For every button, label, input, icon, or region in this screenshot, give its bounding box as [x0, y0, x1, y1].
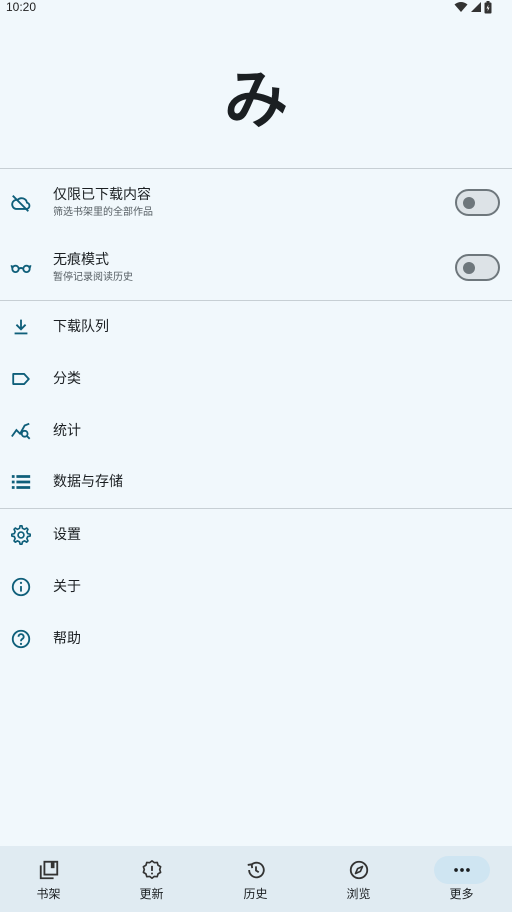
nav-item-browse[interactable]: 浏览	[307, 846, 410, 912]
help-icon	[10, 628, 32, 650]
signal-icon	[470, 1, 482, 13]
gear-icon	[10, 524, 32, 546]
divider	[0, 300, 512, 301]
cloud-off-icon	[10, 192, 32, 214]
query-stats-icon	[10, 420, 32, 442]
nav-item-history[interactable]: 历史	[204, 846, 307, 912]
divider	[0, 168, 512, 169]
nav-label: 更多	[449, 887, 474, 901]
incognito-switch[interactable]	[455, 254, 500, 281]
status-icons	[454, 0, 492, 14]
nav-item-updates[interactable]: 更新	[100, 846, 203, 912]
menu-item-categories[interactable]: 分类	[0, 357, 512, 401]
label-icon	[10, 368, 32, 390]
menu-item-label: 设置	[53, 527, 81, 543]
menu-item-label: 关于	[53, 579, 81, 595]
divider	[0, 508, 512, 509]
menu-item-label: 统计	[53, 423, 81, 439]
menu-item-data-storage[interactable]: 数据与存储	[0, 460, 512, 504]
downloaded-only-subtitle: 筛选书架里的全部作品	[53, 207, 153, 218]
nav-label: 历史	[243, 887, 268, 901]
menu-item-settings[interactable]: 设置	[0, 513, 512, 557]
downloaded-only-row[interactable]: 仅限已下载内容 筛选书架里的全部作品	[0, 176, 512, 230]
info-icon	[10, 576, 32, 598]
library-icon	[21, 856, 77, 884]
menu-item-download-queue[interactable]: 下载队列	[0, 305, 512, 349]
nav-item-library[interactable]: 书架	[0, 846, 100, 912]
wifi-icon	[454, 1, 468, 13]
storage-list-icon	[10, 471, 32, 493]
switch-knob	[463, 262, 475, 274]
nav-label: 浏览	[346, 887, 371, 901]
incognito-row[interactable]: 无痕模式 暂停记录阅读历史	[0, 241, 512, 295]
status-time: 10:20	[6, 0, 37, 14]
nav-label: 更新	[139, 887, 164, 901]
menu-item-help[interactable]: 帮助	[0, 617, 512, 661]
menu-item-label: 数据与存储	[53, 474, 123, 490]
menu-item-label: 分类	[53, 371, 81, 387]
nav-label: 书架	[36, 887, 61, 901]
bottom-navigation: 书架 更新 历史 浏览 更多	[0, 846, 512, 912]
glasses-icon	[10, 257, 32, 279]
app-logo: み	[224, 64, 288, 138]
more-horiz-icon	[433, 856, 490, 884]
switch-knob	[463, 197, 475, 209]
history-icon	[228, 856, 284, 884]
new-releases-icon	[124, 856, 180, 884]
compass-icon	[331, 856, 387, 884]
menu-item-label: 帮助	[53, 631, 81, 647]
incognito-subtitle: 暂停记录阅读历史	[53, 272, 133, 283]
status-bar: 10:20	[0, 0, 512, 16]
downloaded-only-switch[interactable]	[455, 189, 500, 216]
battery-icon	[484, 0, 492, 14]
nav-item-more[interactable]: 更多	[410, 846, 512, 912]
incognito-title: 无痕模式	[53, 252, 109, 268]
menu-item-label: 下载队列	[53, 319, 109, 335]
menu-item-about[interactable]: 关于	[0, 565, 512, 609]
downloaded-only-title: 仅限已下载内容	[53, 187, 151, 203]
menu-item-statistics[interactable]: 统计	[0, 409, 512, 453]
download-icon	[10, 316, 32, 338]
